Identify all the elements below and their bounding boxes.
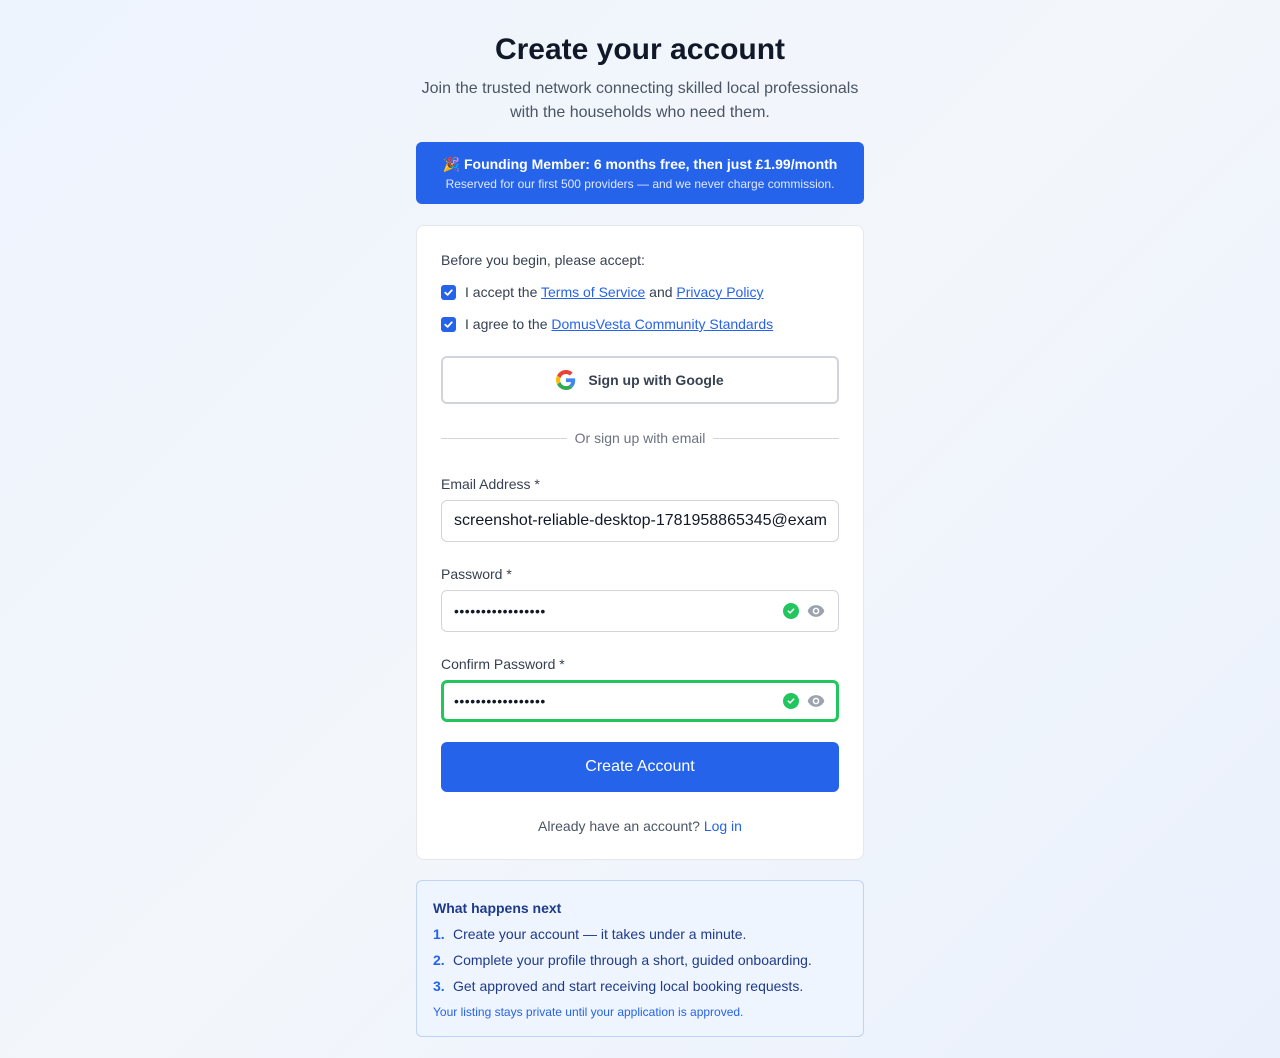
email-input[interactable]: screenshot-reliable-desktop-178195886534… <box>441 500 839 542</box>
login-prompt: Already have an account? Log in <box>441 818 839 834</box>
google-icon <box>556 370 576 390</box>
check-icon <box>444 289 453 296</box>
password-label: Password * <box>441 566 512 582</box>
consent-intro: Before you begin, please accept: <box>441 252 645 268</box>
signup-page: Create your account Join the trusted net… <box>416 0 864 1037</box>
terms-consent-row: I accept the Terms of Service and Privac… <box>441 282 839 302</box>
valid-check-icon <box>783 693 799 709</box>
list-item: 1. Create your account — it takes under … <box>433 924 847 944</box>
email-label: Email Address * <box>441 476 540 492</box>
login-prompt-text: Already have an account? <box>538 818 704 834</box>
list-item: 3. Get approved and start receiving loca… <box>433 976 847 996</box>
step-number: 1. <box>433 926 445 942</box>
signup-card: Before you begin, please accept: I accep… <box>416 225 864 860</box>
what-happens-next-panel: What happens next 1. Create your account… <box>416 880 864 1037</box>
terms-checkbox[interactable] <box>441 285 456 300</box>
email-field-group: Email Address * screenshot-reliable-desk… <box>441 474 839 542</box>
next-footnote: Your listing stays private until your ap… <box>433 1005 744 1019</box>
valid-check-icon <box>783 603 799 619</box>
standards-consent-label: I agree to the DomusVesta Community Stan… <box>465 314 773 334</box>
terms-prefix: I accept the <box>465 284 542 300</box>
page-title: Create your account <box>494 33 786 66</box>
google-button-label: Sign up with Google <box>588 372 724 388</box>
terms-of-service-link[interactable]: Terms of Service <box>541 284 645 300</box>
page-subtitle: Join the trusted network connecting skil… <box>421 80 859 121</box>
show-password-eye-icon[interactable] <box>806 691 826 711</box>
login-link[interactable]: Log in <box>704 818 742 834</box>
step-text: Get approved and start receiving local b… <box>453 978 804 994</box>
password-input[interactable]: ••••••••••••••••• <box>441 590 839 632</box>
community-standards-link[interactable]: DomusVesta Community Standards <box>551 316 773 332</box>
step-text: Create your account — it takes under a m… <box>453 926 747 942</box>
confirm-password-value: ••••••••••••••••• <box>454 693 546 709</box>
password-field-group: Password * ••••••••••••••••• <box>441 564 839 632</box>
banner-title: 🎉 Founding Member: 6 months free, then j… <box>442 156 838 172</box>
step-number: 3. <box>433 978 445 994</box>
terms-consent-label: I accept the Terms of Service and Privac… <box>465 282 764 302</box>
standards-checkbox[interactable] <box>441 317 456 332</box>
show-password-eye-icon[interactable] <box>806 601 826 621</box>
standards-prefix: I agree to the <box>465 316 552 332</box>
email-divider: Or sign up with email <box>441 430 839 446</box>
check-icon <box>444 321 453 328</box>
email-value: screenshot-reliable-desktop-178195886534… <box>454 512 826 529</box>
confirm-password-field-group: Confirm Password * ••••••••••••••••• <box>441 654 839 722</box>
google-signup-button[interactable]: Sign up with Google <box>441 356 839 404</box>
step-number: 2. <box>433 952 445 968</box>
divider-line-right <box>713 437 839 439</box>
create-account-button[interactable]: Create Account <box>441 742 839 792</box>
terms-middle: and <box>645 284 677 300</box>
password-value: ••••••••••••••••• <box>454 603 546 619</box>
divider-line-left <box>441 437 567 439</box>
list-item: 2. Complete your profile through a short… <box>433 950 847 970</box>
founding-member-banner: 🎉 Founding Member: 6 months free, then j… <box>416 142 864 204</box>
standards-consent-row: I agree to the DomusVesta Community Stan… <box>441 314 839 334</box>
next-title: What happens next <box>433 900 562 916</box>
confirm-password-label: Confirm Password * <box>441 656 565 672</box>
divider-label: Or sign up with email <box>574 430 706 446</box>
confirm-password-input[interactable]: ••••••••••••••••• <box>441 680 839 722</box>
privacy-policy-link[interactable]: Privacy Policy <box>676 284 763 300</box>
banner-subtitle: Reserved for our first 500 providers — a… <box>445 177 835 191</box>
step-text: Complete your profile through a short, g… <box>453 952 812 968</box>
